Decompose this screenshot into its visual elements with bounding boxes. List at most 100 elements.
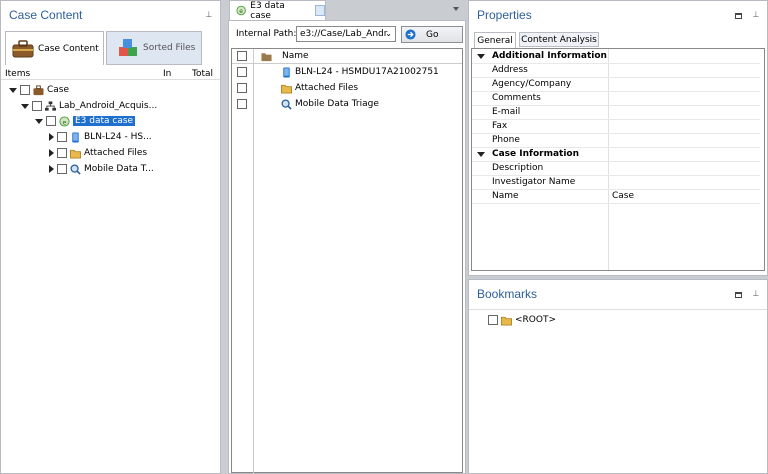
property-label: Comments [492, 93, 541, 103]
property-label: Agency/Company [492, 79, 572, 89]
tree-item-attached[interactable]: Attached Files [49, 146, 147, 160]
property-row[interactable]: Description [472, 162, 760, 176]
checkbox[interactable] [57, 132, 67, 142]
minimize-icon[interactable] [735, 292, 742, 298]
checkbox[interactable] [488, 315, 498, 325]
list-item-label: Mobile Data Triage [295, 99, 379, 109]
checkbox[interactable] [237, 99, 247, 109]
pin-icon[interactable]: ⊥ [752, 290, 760, 298]
property-row[interactable]: Name Case [472, 190, 760, 204]
tab-content-analysis[interactable]: Content Analysis [519, 32, 599, 47]
briefcase-icon [12, 39, 34, 57]
phone-icon [72, 131, 79, 143]
tree-label: Mobile Data T... [84, 164, 154, 174]
tab-sorted-files-label: Sorted Files [143, 43, 196, 53]
property-row[interactable]: Address [472, 64, 760, 78]
group-label: Case Information [492, 149, 579, 159]
tab-sorted-files[interactable]: Sorted Files [106, 31, 202, 65]
checkbox[interactable] [237, 67, 247, 77]
property-value: Case [612, 191, 635, 201]
phone-icon [283, 66, 290, 78]
expand-icon[interactable] [49, 149, 54, 157]
select-all-checkbox[interactable] [237, 51, 247, 61]
tab-case-content-label: Case Content [38, 43, 99, 54]
group-case[interactable]: Case Information [472, 148, 760, 162]
tree-header: Items In Total [1, 68, 220, 80]
close-tab-icon[interactable] [314, 5, 325, 16]
magnifier-icon [281, 98, 292, 110]
property-row[interactable]: Phone [472, 134, 760, 148]
expand-icon[interactable] [49, 133, 54, 141]
checkbox[interactable] [32, 101, 42, 111]
property-label: Name [492, 191, 519, 201]
property-label: Address [492, 65, 528, 75]
checkbox[interactable] [46, 116, 56, 126]
tree-label: Attached Files [84, 148, 148, 158]
cubes-icon [119, 39, 137, 56]
expand-icon[interactable] [21, 103, 29, 109]
tab-menu-arrow-icon[interactable] [453, 7, 459, 11]
expand-icon[interactable] [35, 118, 43, 124]
property-label: Description [492, 163, 544, 173]
e3-case-icon: e [59, 115, 70, 127]
checkbox[interactable] [237, 83, 247, 93]
tree-item-mobile[interactable]: Mobile Data T... [49, 162, 154, 176]
checkbox[interactable] [57, 164, 67, 174]
col-total[interactable]: Total [192, 69, 213, 79]
path-value: e3://Case/Lab_Andr [300, 29, 388, 39]
svg-text:e: e [63, 118, 67, 126]
bookmarks-panel: Bookmarks ⊥ <ROOT> [468, 279, 768, 474]
tree-item-case[interactable]: Case [9, 83, 69, 97]
property-label: Fax [492, 121, 508, 131]
group-label: Additional Information [492, 51, 607, 61]
internal-path-label: Internal Path: [236, 29, 297, 39]
magnifier-icon [70, 163, 81, 175]
e3-case-icon: e [236, 5, 246, 16]
column-divider [253, 49, 254, 474]
folder-icon [281, 84, 292, 94]
checkbox[interactable] [57, 148, 67, 158]
collapse-icon[interactable] [477, 152, 485, 157]
tree-item-lab[interactable]: Lab_Android_Acquis... [21, 99, 157, 113]
group-additional[interactable]: Additional Information [472, 50, 760, 64]
list-item-label: BLN-L24 - HSMDU17A21002751 [295, 67, 439, 77]
center-tab-label: E3 data case [250, 0, 285, 21]
tree-item-bln[interactable]: BLN-L24 - HS... [49, 130, 152, 144]
tree-label: E3 data case [73, 116, 136, 126]
collapse-icon[interactable] [477, 54, 485, 59]
pin-icon[interactable]: ⊥ [205, 11, 213, 19]
path-select[interactable]: e3://Case/Lab_Andr ⌄ [296, 26, 396, 42]
bookmarks-title: Bookmarks [477, 287, 538, 301]
case-content-panel: Case Content ⊥ Case Content Sorted Files… [0, 0, 221, 474]
bookmarks-tree: <ROOT> [469, 309, 767, 473]
property-row[interactable]: Fax [472, 120, 760, 134]
list-item[interactable]: BLN-L24 - HSMDU17A21002751 [237, 65, 439, 79]
col-in[interactable]: In [163, 69, 171, 79]
go-button[interactable]: Go [401, 26, 463, 43]
tab-general[interactable]: General [474, 32, 516, 48]
col-name[interactable]: Name [282, 51, 309, 61]
expand-icon[interactable] [49, 165, 54, 173]
center-panel: Internal Path: e3://Case/Lab_Andr ⌄ Go N… [228, 20, 466, 474]
checkbox[interactable] [20, 85, 30, 95]
pin-icon[interactable]: ⊥ [752, 11, 760, 19]
center-tab[interactable]: e E3 data case [229, 0, 326, 21]
property-row[interactable]: Agency/Company [472, 78, 760, 92]
property-row[interactable]: E-mail [472, 106, 760, 120]
tab-case-content[interactable]: Case Content [5, 31, 104, 65]
col-items[interactable]: Items [5, 69, 30, 79]
property-row[interactable]: Investigator Name [472, 176, 760, 190]
tree-item-e3[interactable]: e E3 data case [35, 114, 136, 128]
tree-label: Lab_Android_Acquis... [59, 101, 158, 111]
list-item-label: Attached Files [295, 83, 359, 93]
minimize-icon[interactable] [735, 13, 742, 19]
property-row[interactable]: Comments [472, 92, 760, 106]
bookmark-root[interactable]: <ROOT> [488, 313, 556, 327]
folder-icon [501, 316, 512, 326]
expand-icon[interactable] [9, 87, 17, 93]
list-item[interactable]: Attached Files [237, 81, 358, 95]
tree-label: Case [47, 85, 70, 95]
chevron-down-icon: ⌄ [385, 29, 392, 38]
go-label: Go [426, 29, 439, 40]
list-item[interactable]: Mobile Data Triage [237, 97, 379, 111]
